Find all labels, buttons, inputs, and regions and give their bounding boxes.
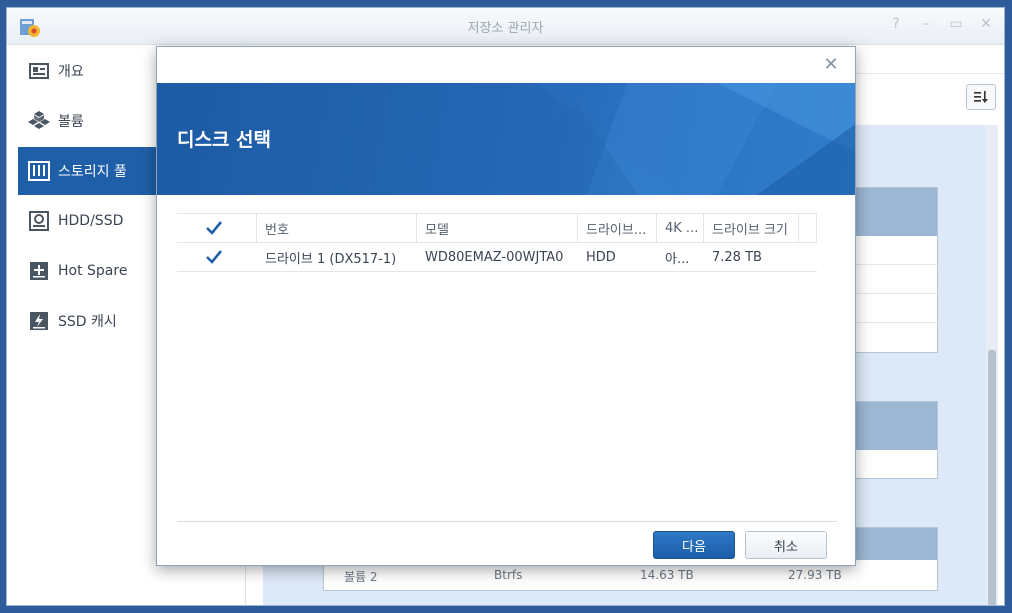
overview-icon: [28, 60, 50, 82]
cell-model: WD80EMAZ-00WJTA0: [425, 249, 564, 265]
cell-number: 드라이브 1 (DX517-1): [265, 251, 397, 267]
column-header-spacer: [799, 214, 817, 242]
volume-fs: Btrfs: [494, 568, 523, 582]
column-header-4k[interactable]: 4K ...: [657, 214, 704, 242]
sidebar-item-label: 개요: [58, 64, 84, 80]
row-checkbox[interactable]: [205, 248, 223, 266]
volume-name: 볼륨 2: [344, 570, 378, 584]
minimize-icon[interactable]: –: [918, 16, 934, 32]
close-window-icon[interactable]: ✕: [978, 16, 994, 32]
cell-drive-size: 7.28 TB: [712, 249, 762, 265]
dialog-title: 디스크 선택: [177, 129, 272, 151]
window-title: 저장소 관리자: [467, 21, 544, 36]
column-header-model[interactable]: 모델: [417, 214, 578, 242]
sidebar-item-label: HDD/SSD: [58, 213, 124, 229]
sort-icon: [974, 91, 988, 103]
title-bar: 저장소 관리자 ? – ▭ ✕: [7, 8, 1004, 45]
sidebar-item-label: 볼륨: [58, 114, 84, 130]
sort-button[interactable]: [966, 84, 996, 110]
cell-drive-type: HDD: [586, 249, 616, 265]
checkmark-icon: [206, 250, 223, 264]
sidebar-item-label: Hot Spare: [58, 263, 128, 279]
volume-icon: [28, 110, 50, 132]
storage-pool-icon: [28, 160, 50, 182]
select-disk-dialog: ✕ 디스크 선택 번호 모델 드라이브... 4K ... 드라이브 크기 드라…: [156, 46, 856, 566]
dialog-topbar: ✕: [157, 47, 855, 83]
scrollbar-thumb[interactable]: [988, 350, 996, 605]
select-all-checkbox[interactable]: [205, 219, 223, 237]
ssd-cache-icon: [28, 310, 50, 332]
maximize-icon[interactable]: ▭: [948, 16, 964, 32]
hot-spare-icon: [28, 260, 50, 282]
select-all-cell: [177, 214, 257, 242]
checkmark-icon: [206, 221, 223, 235]
table-row[interactable]: 드라이브 1 (DX517-1) WD80EMAZ-00WJTA0 HDD 아.…: [177, 243, 817, 272]
help-icon[interactable]: ?: [888, 16, 904, 32]
cancel-button[interactable]: 취소: [745, 531, 827, 559]
volume-total: 27.93 TB: [788, 568, 842, 582]
column-header-number[interactable]: 번호: [257, 214, 417, 242]
footer-divider: [177, 521, 837, 522]
volume-used: 14.63 TB: [640, 568, 694, 582]
column-header-drive-type[interactable]: 드라이브...: [578, 214, 657, 242]
sidebar-item-label: SSD 캐시: [58, 314, 117, 330]
column-header-drive-size[interactable]: 드라이브 크기: [704, 214, 799, 242]
row-select-cell: [177, 243, 257, 271]
sidebar-item-label: 스토리지 풀: [58, 164, 127, 180]
next-button[interactable]: 다음: [653, 531, 735, 559]
cell-4k: 아...: [665, 251, 690, 267]
disk-table: 번호 모델 드라이브... 4K ... 드라이브 크기 드라이브 1 (DX5…: [177, 213, 817, 272]
table-header: 번호 모델 드라이브... 4K ... 드라이브 크기: [177, 213, 817, 243]
hdd-icon: [28, 210, 50, 232]
close-icon[interactable]: ✕: [821, 55, 841, 75]
dialog-banner: 디스크 선택: [157, 83, 855, 195]
